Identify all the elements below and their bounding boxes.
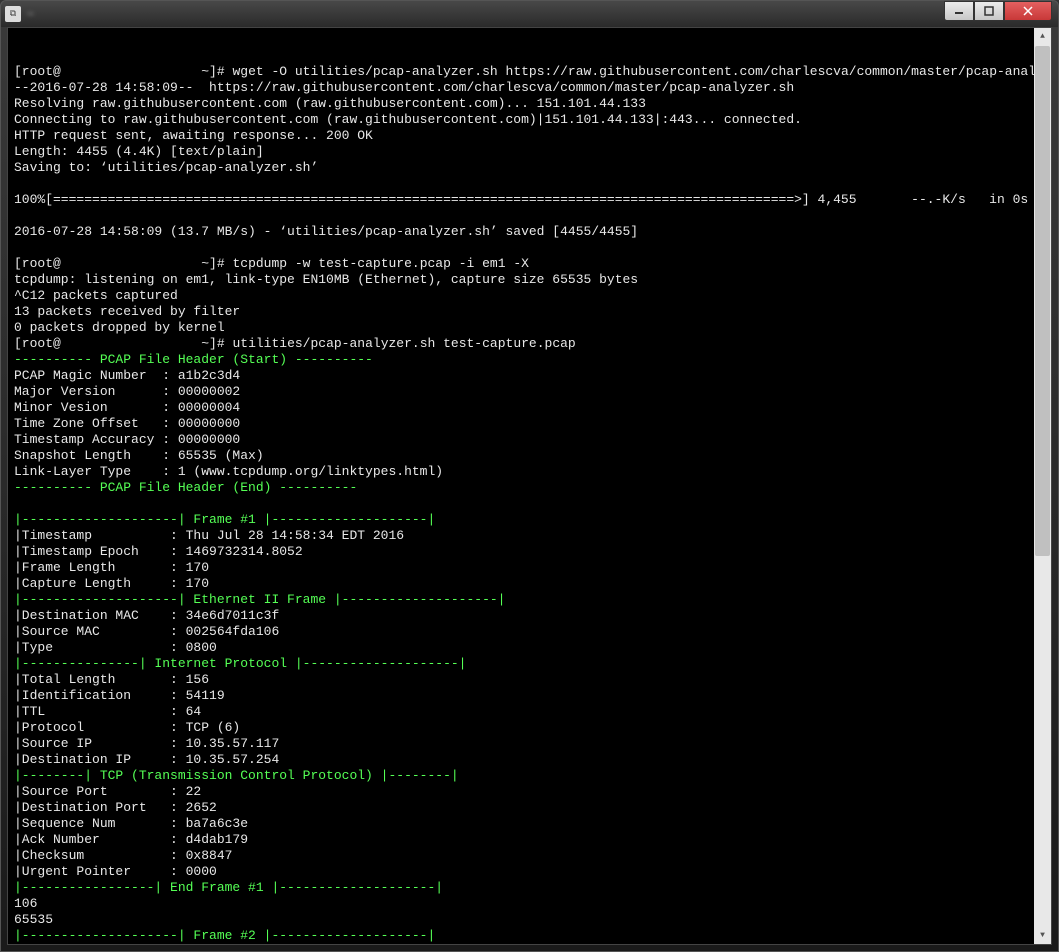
app-window: ⧉ ~ [root@ ~]# wget -O utilities/pcap-an…: [0, 0, 1059, 952]
pcap-header-end: ---------- PCAP File Header (End) ------…: [14, 480, 357, 495]
cmd-analyze: utilities/pcap-analyzer.sh test-capture.…: [232, 336, 575, 351]
window-title: ~: [27, 7, 1054, 21]
scroll-up-icon[interactable]: ▲: [1034, 28, 1051, 45]
putty-icon: ⧉: [5, 6, 21, 22]
close-button[interactable]: [1004, 1, 1052, 21]
frame1-start-bar: |--------------------| Frame #1 |-------…: [14, 512, 435, 527]
frame2-start-bar: |--------------------| Frame #2 |-------…: [14, 928, 435, 943]
eth-bar: |--------------------| Ethernet II Frame…: [14, 592, 505, 607]
prompt: [root@: [14, 64, 61, 79]
cmd-wget: wget -O utilities/pcap-analyzer.sh https…: [232, 64, 1052, 79]
terminal-area[interactable]: [root@ ~]# wget -O utilities/pcap-analyz…: [7, 27, 1052, 945]
window-controls: [944, 1, 1052, 21]
cmd-tcpdump: tcpdump -w test-capture.pcap -i em1 -X: [232, 256, 528, 271]
frame1-end-bar: |-----------------| End Frame #1 |------…: [14, 880, 443, 895]
scrollbar-thumb[interactable]: [1035, 46, 1050, 556]
terminal-output: [root@ ~]# wget -O utilities/pcap-analyz…: [14, 64, 1045, 945]
pcap-header-start: ---------- PCAP File Header (Start) ----…: [14, 352, 373, 367]
minimize-button[interactable]: [944, 1, 974, 21]
titlebar[interactable]: ⧉ ~: [1, 1, 1058, 27]
scrollbar[interactable]: ▲ ▼: [1034, 28, 1051, 944]
maximize-button[interactable]: [974, 1, 1004, 21]
tcp-bar: |--------| TCP (Transmission Control Pro…: [14, 768, 459, 783]
scroll-down-icon[interactable]: ▼: [1034, 927, 1051, 944]
ip-bar: |---------------| Internet Protocol |---…: [14, 656, 466, 671]
